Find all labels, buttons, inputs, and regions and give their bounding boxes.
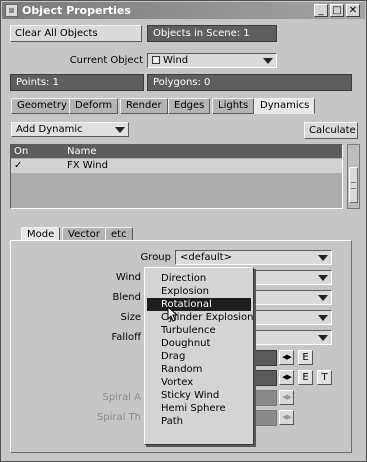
menu-item-random[interactable]: Random	[147, 363, 251, 376]
envelope-arrows-icon: ◀▶	[279, 390, 294, 405]
menu-item-explosion[interactable]: Explosion	[147, 285, 251, 298]
tab-geometry[interactable]: Geometry	[11, 98, 73, 114]
spiral-thickness-field	[253, 410, 277, 426]
tab-render[interactable]: Render	[120, 98, 168, 114]
polygons-count: Polygons: 0	[147, 74, 352, 91]
add-dynamic-label: Add Dynamic	[16, 124, 83, 135]
spiral-angle-label: Spiral A	[102, 392, 141, 403]
title-bar[interactable]: Object Properties _ □ ✕	[2, 2, 365, 19]
wind-mode-label: Wind	[115, 272, 141, 283]
dynamics-list-scrollbar[interactable]	[347, 144, 360, 209]
dynamic-name: FX Wind	[67, 160, 108, 171]
add-dynamic-select[interactable]: Add Dynamic	[11, 122, 129, 137]
spiral-angle-field	[253, 390, 277, 406]
points-count: Points: 1	[10, 74, 144, 91]
envelope-button[interactable]: E	[298, 350, 313, 365]
current-object-value: Wind	[163, 55, 189, 66]
blend-select[interactable]	[253, 290, 332, 305]
window-title: Object Properties	[22, 4, 131, 17]
tab-edges[interactable]: Edges	[168, 98, 211, 114]
menu-item-sticky-wind[interactable]: Sticky Wind	[147, 389, 251, 402]
objects-in-scene-display: Objects in Scene: 1	[147, 25, 277, 42]
group-value: <default>	[180, 252, 232, 263]
value-field-2[interactable]	[253, 370, 277, 386]
menu-item-rotational[interactable]: Rotational	[147, 298, 251, 311]
tab-deform[interactable]: Deform	[69, 98, 119, 114]
envelope-arrows-icon[interactable]: ◀▶	[279, 370, 294, 385]
column-header-on: On	[14, 146, 29, 157]
window-app-icon	[5, 4, 18, 17]
list-item[interactable]: ✓ FX Wind	[11, 159, 342, 173]
mouse-cursor-icon	[167, 306, 179, 322]
envelope-arrows-icon: ◀▶	[279, 410, 294, 425]
menu-item-vortex[interactable]: Vortex	[147, 376, 251, 389]
envelope-button[interactable]: E	[298, 370, 313, 385]
menu-item-doughnut[interactable]: Doughnut	[147, 337, 251, 350]
minimize-button[interactable]: _	[314, 4, 328, 17]
scrollbar-thumb[interactable]	[349, 167, 358, 203]
size-select[interactable]	[253, 310, 332, 325]
clear-all-objects-button[interactable]: Clear All Objects	[10, 25, 142, 42]
wind-mode-select[interactable]	[253, 270, 332, 285]
menu-item-turbulence[interactable]: Turbulence	[147, 324, 251, 337]
blend-label: Blend	[112, 292, 141, 303]
close-button[interactable]: ✕	[346, 4, 360, 17]
size-label: Size	[120, 312, 141, 323]
falloff-select[interactable]	[253, 330, 332, 345]
group-select[interactable]: <default>	[175, 250, 332, 265]
maximize-button[interactable]: □	[330, 4, 344, 17]
chevron-down-icon	[263, 58, 273, 64]
calculate-button[interactable]: Calculate	[304, 122, 358, 139]
menu-item-drag[interactable]: Drag	[147, 350, 251, 363]
current-object-label: Current Object	[69, 55, 143, 66]
menu-item-path[interactable]: Path	[147, 415, 251, 428]
tab-dynamics[interactable]: Dynamics	[254, 98, 316, 114]
chevron-down-icon	[318, 315, 328, 321]
column-header-name: Name	[67, 146, 97, 157]
chevron-down-icon	[318, 275, 328, 281]
chevron-down-icon	[318, 255, 328, 261]
group-label: Group	[140, 252, 171, 263]
value-field-1[interactable]	[253, 350, 277, 366]
dynamics-list: On Name ✓ FX Wind	[10, 144, 343, 209]
wind-mode-dropdown-menu: Direction Explosion Rotational Cylinder …	[144, 267, 254, 445]
chevron-down-icon	[318, 335, 328, 341]
on-check-icon[interactable]: ✓	[14, 159, 22, 173]
tab-lights[interactable]: Lights	[212, 98, 255, 114]
chevron-down-icon	[115, 127, 125, 133]
current-object-select[interactable]: Wind	[147, 53, 277, 68]
menu-item-direction[interactable]: Direction	[147, 272, 251, 285]
chevron-down-icon	[318, 295, 328, 301]
object-properties-window: Object Properties _ □ ✕ Clear All Object…	[0, 0, 367, 462]
menu-item-cylinder-explosion[interactable]: Cylinder Explosion	[147, 311, 254, 324]
texture-button[interactable]: T	[317, 370, 332, 385]
falloff-label: Falloff	[111, 332, 141, 343]
menu-item-hemi-sphere[interactable]: Hemi Sphere	[147, 402, 251, 415]
envelope-arrows-icon[interactable]: ◀▶	[279, 350, 294, 365]
list-header: On Name	[11, 145, 342, 158]
spiral-thickness-label: Spiral Th	[96, 412, 141, 423]
object-icon	[152, 56, 160, 64]
